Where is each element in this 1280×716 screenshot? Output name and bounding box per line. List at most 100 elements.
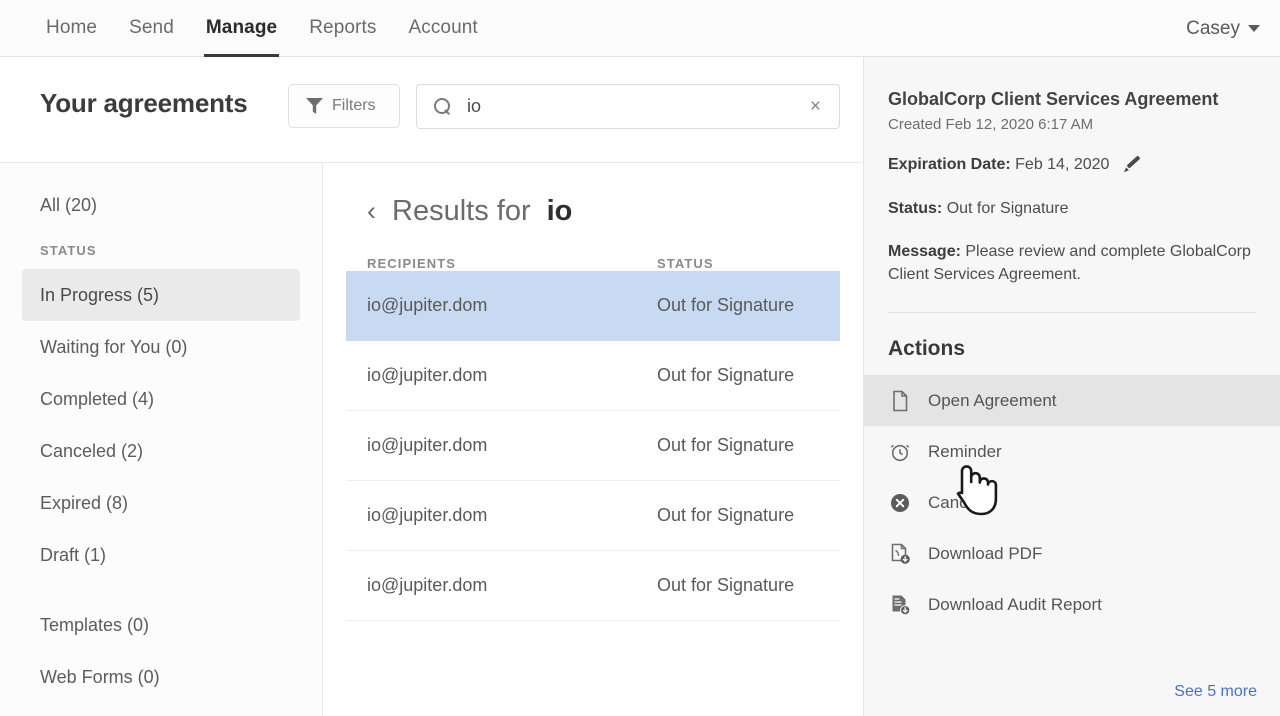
results-panel: ‹ Results for io RECIPIENTS STATUS io@ju…	[324, 163, 862, 716]
pencil-icon[interactable]	[1124, 155, 1141, 172]
pdf-download-icon	[888, 542, 912, 566]
table-row[interactable]: io@jupiter.dom Out for Signature	[346, 411, 840, 481]
sidebar-item-label: Templates (0)	[40, 615, 149, 636]
top-navigation-bar: Home Send Manage Reports Account Casey	[0, 0, 1280, 57]
nav-item-reports[interactable]: Reports	[293, 0, 392, 57]
sidebar-item-label: Canceled (2)	[40, 441, 143, 462]
caret-down-icon	[1248, 25, 1260, 32]
nav-item-send[interactable]: Send	[113, 0, 190, 57]
results-heading-text: Results for	[392, 195, 531, 228]
status-value: Out for Signature	[947, 200, 1069, 217]
sidebar-item-label: In Progress (5)	[40, 285, 159, 306]
action-open-agreement[interactable]: Open Agreement	[864, 375, 1280, 426]
agreement-detail-panel: GlobalCorp Client Services Agreement Cre…	[863, 57, 1280, 716]
actions-list: Open Agreement Reminder Cancel	[864, 375, 1280, 630]
expiration-date-value: Feb 14, 2020	[1015, 156, 1109, 173]
user-menu-button[interactable]: Casey	[1186, 0, 1260, 57]
sidebar-item-label: Completed (4)	[40, 389, 154, 410]
nav-item-label: Send	[129, 17, 174, 39]
table-row[interactable]: io@jupiter.dom Out for Signature	[346, 481, 840, 551]
circle-x-icon	[888, 491, 912, 515]
cell-recipient: io@jupiter.dom	[367, 295, 657, 316]
action-label: Reminder	[928, 442, 1002, 462]
expiration-date-row: Expiration Date: Feb 14, 2020	[888, 153, 1256, 176]
action-cancel[interactable]: Cancel	[864, 477, 1280, 528]
sidebar-item-canceled[interactable]: Canceled (2)	[22, 425, 300, 477]
agreement-created-date: Created Feb 12, 2020 6:17 AM	[888, 116, 1256, 133]
agreement-summary: GlobalCorp Client Services Agreement Cre…	[864, 57, 1280, 313]
agreement-title: GlobalCorp Client Services Agreement	[888, 88, 1256, 111]
sidebar-item-label: Waiting for You (0)	[40, 337, 187, 358]
sidebar-item-web-forms[interactable]: Web Forms (0)	[22, 651, 300, 703]
action-label: Open Agreement	[928, 391, 1057, 411]
cell-recipient: io@jupiter.dom	[367, 575, 657, 596]
message-row: Message: Please review and complete Glob…	[888, 240, 1256, 286]
filters-sidebar: All (20) STATUS In Progress (5) Waiting …	[0, 163, 323, 716]
action-label: Download Audit Report	[928, 595, 1102, 615]
status-row: Status: Out for Signature	[888, 197, 1256, 220]
sidebar-item-label: Draft (1)	[40, 545, 106, 566]
table-row[interactable]: io@jupiter.dom Out for Signature	[346, 551, 840, 621]
status-label: Status:	[888, 200, 942, 217]
action-reminder[interactable]: Reminder	[864, 426, 1280, 477]
cell-recipient: io@jupiter.dom	[367, 365, 657, 386]
document-icon	[888, 389, 912, 413]
action-label: Cancel	[928, 493, 981, 513]
nav-item-label: Manage	[206, 17, 277, 39]
sidebar-item-label: All (20)	[40, 195, 97, 216]
detail-divider	[888, 312, 1256, 313]
table-row[interactable]: io@jupiter.dom Out for Signature	[346, 271, 840, 341]
search-input[interactable]	[465, 95, 795, 118]
expiration-date-label: Expiration Date:	[888, 156, 1011, 173]
audit-download-icon	[888, 593, 912, 617]
actions-heading: Actions	[888, 337, 1280, 361]
nav-item-label: Home	[46, 17, 97, 39]
funnel-icon	[306, 98, 323, 114]
action-download-pdf[interactable]: Download PDF	[864, 528, 1280, 579]
sidebar-item-label: Web Forms (0)	[40, 667, 160, 688]
sidebar-item-templates[interactable]: Templates (0)	[22, 599, 300, 651]
filters-button-label: Filters	[332, 97, 376, 115]
sidebar-item-in-progress[interactable]: In Progress (5)	[22, 269, 300, 321]
action-download-audit-report[interactable]: Download Audit Report	[864, 579, 1280, 630]
results-query-term: io	[547, 195, 573, 228]
cell-status: Out for Signature	[657, 295, 794, 316]
cell-status: Out for Signature	[657, 505, 794, 526]
clear-search-icon[interactable]: ×	[810, 97, 821, 116]
table-row[interactable]: io@jupiter.dom Out for Signature	[346, 341, 840, 411]
sidebar-heading-status: STATUS	[22, 231, 300, 269]
alarm-clock-icon	[888, 440, 912, 464]
results-table-body: io@jupiter.dom Out for Signature io@jupi…	[346, 271, 840, 621]
search-icon	[434, 98, 451, 115]
nav-item-label: Account	[408, 17, 477, 39]
results-heading: ‹ Results for io	[367, 195, 840, 228]
page-title: Your agreements	[40, 88, 247, 119]
sidebar-item-all[interactable]: All (20)	[22, 179, 300, 231]
message-label: Message:	[888, 243, 961, 260]
nav-item-manage[interactable]: Manage	[190, 0, 293, 57]
sidebar-item-expired[interactable]: Expired (8)	[22, 477, 300, 529]
back-chevron-icon[interactable]: ‹	[367, 198, 376, 225]
cell-status: Out for Signature	[657, 575, 794, 596]
see-more-link[interactable]: See 5 more	[1174, 683, 1257, 701]
nav-items: Home Send Manage Reports Account	[30, 0, 494, 57]
column-header-status: STATUS	[657, 256, 714, 271]
search-box[interactable]: ×	[416, 84, 840, 129]
sidebar-item-completed[interactable]: Completed (4)	[22, 373, 300, 425]
cell-status: Out for Signature	[657, 435, 794, 456]
sidebar-divider	[0, 581, 322, 599]
sidebar-item-draft[interactable]: Draft (1)	[22, 529, 300, 581]
column-header-recipients: RECIPIENTS	[367, 256, 657, 271]
cell-status: Out for Signature	[657, 365, 794, 386]
nav-item-account[interactable]: Account	[392, 0, 493, 57]
cell-recipient: io@jupiter.dom	[367, 505, 657, 526]
filters-button[interactable]: Filters	[288, 84, 400, 128]
nav-item-home[interactable]: Home	[30, 0, 113, 57]
results-table-header: RECIPIENTS STATUS	[367, 256, 840, 271]
sidebar-item-waiting-for-you[interactable]: Waiting for You (0)	[22, 321, 300, 373]
user-menu-label: Casey	[1186, 18, 1240, 40]
nav-item-label: Reports	[309, 17, 376, 39]
cell-recipient: io@jupiter.dom	[367, 435, 657, 456]
sidebar-item-label: Expired (8)	[40, 493, 128, 514]
action-label: Download PDF	[928, 544, 1042, 564]
